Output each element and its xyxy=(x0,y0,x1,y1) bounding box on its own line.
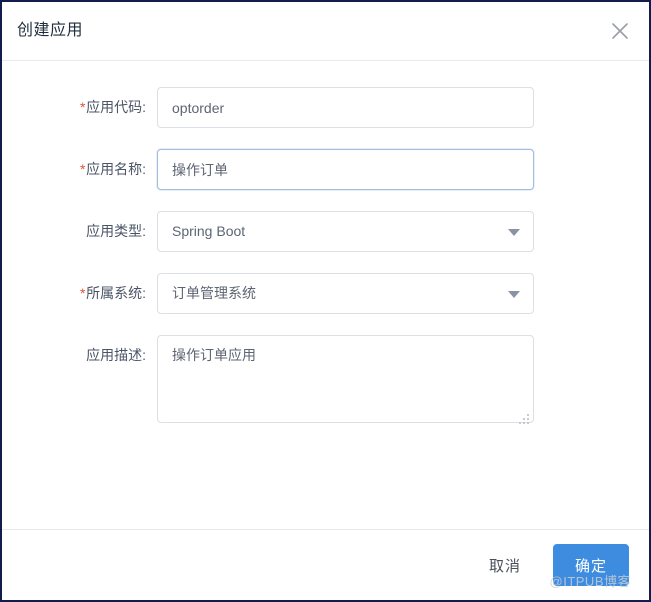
dialog-body: * 应用代码: * 应用名称: 应用类型: Spring xyxy=(2,61,649,529)
field-label-text: 应用代码 xyxy=(86,99,143,115)
required-marker: * xyxy=(80,99,86,115)
dialog-header: 创建应用 xyxy=(2,2,649,61)
field-label-owner-system: * 所属系统: xyxy=(2,273,157,304)
form-row-app-name: * 应用名称: xyxy=(2,149,649,190)
field-label-colon: : xyxy=(142,223,146,239)
close-button[interactable] xyxy=(603,14,637,48)
field-label-app-description: 应用描述: xyxy=(2,335,157,366)
confirm-button[interactable]: 确定 xyxy=(553,544,629,586)
field-control-owner-system: 订单管理系统 xyxy=(157,273,534,314)
field-label-app-type: 应用类型: xyxy=(2,211,157,242)
field-label-text: 应用名称 xyxy=(86,161,143,177)
field-label-text: 应用类型 xyxy=(86,223,143,239)
dialog-footer: 取消 确定 @ITPUB博客 xyxy=(2,529,649,600)
field-label-app-code: * 应用代码: xyxy=(2,87,157,118)
form-row-owner-system: * 所属系统: 订单管理系统 xyxy=(2,273,649,314)
field-label-colon: : xyxy=(142,161,146,177)
form-row-app-type: 应用类型: Spring Boot xyxy=(2,211,649,252)
field-control-app-code xyxy=(157,87,534,128)
cancel-button[interactable]: 取消 xyxy=(479,549,531,582)
field-label-colon: : xyxy=(142,285,146,301)
field-control-app-description xyxy=(157,335,534,428)
owner-system-select[interactable]: 订单管理系统 xyxy=(157,273,534,314)
app-type-select[interactable]: Spring Boot xyxy=(157,211,534,252)
form-row-app-code: * 应用代码: xyxy=(2,87,649,128)
required-marker: * xyxy=(80,161,86,177)
create-application-dialog: 创建应用 * 应用代码: * 应用名称: xyxy=(0,0,651,602)
field-control-app-name xyxy=(157,149,534,190)
field-control-app-type: Spring Boot xyxy=(157,211,534,252)
field-label-text: 应用描述 xyxy=(86,347,143,363)
app-code-input[interactable] xyxy=(157,87,534,128)
owner-system-selected-value[interactable]: 订单管理系统 xyxy=(157,273,534,314)
form-row-app-description: 应用描述: xyxy=(2,335,649,428)
close-icon xyxy=(609,20,631,42)
field-label-colon: : xyxy=(142,99,146,115)
field-label-text: 所属系统 xyxy=(86,285,143,301)
app-name-input[interactable] xyxy=(157,149,534,190)
page-title: 创建应用 xyxy=(17,22,84,39)
field-label-app-name: * 应用名称: xyxy=(2,149,157,180)
field-label-colon: : xyxy=(142,347,146,363)
app-description-textarea[interactable] xyxy=(157,335,534,423)
app-type-selected-value[interactable]: Spring Boot xyxy=(157,211,534,252)
required-marker: * xyxy=(80,285,86,301)
